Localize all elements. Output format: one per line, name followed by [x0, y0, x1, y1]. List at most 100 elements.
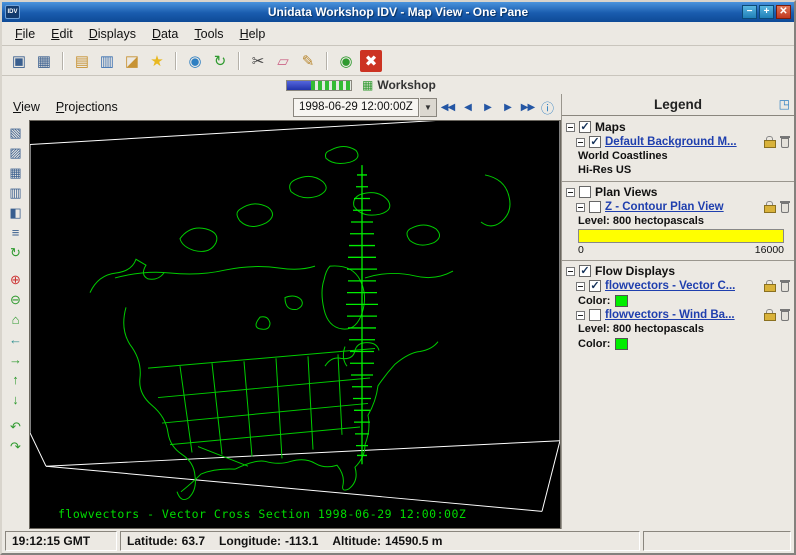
flowvectors-vector-checkbox[interactable]	[589, 280, 601, 292]
collapse-toggle-icon[interactable]	[576, 311, 585, 320]
zoom-out-icon[interactable]: ⊖	[6, 290, 26, 309]
memory-used-segment	[287, 81, 311, 90]
maximize-button[interactable]: +	[759, 5, 774, 19]
stop-icon[interactable]: ✖	[360, 50, 382, 72]
color-swatch[interactable]	[615, 338, 628, 350]
main-area: View Projections 1998-06-29 12:00:00Z ▼ …	[2, 94, 794, 529]
display-link-default-background[interactable]: Default Background M...	[605, 136, 737, 148]
zoom-in-icon[interactable]: ⊕	[6, 270, 26, 289]
lock-icon[interactable]	[764, 280, 775, 292]
collapse-toggle-icon[interactable]	[566, 188, 575, 197]
undock-legend-icon[interactable]: ◳	[779, 97, 790, 111]
lock-icon[interactable]	[764, 201, 775, 213]
collapse-toggle-icon[interactable]	[576, 282, 585, 291]
bottom-view-icon[interactable]: ▥	[6, 183, 26, 202]
menu-edit[interactable]: Edit	[44, 24, 80, 44]
longitude-value: -113.1	[285, 534, 318, 548]
run-icon[interactable]: ◉	[335, 50, 357, 72]
step-back-button[interactable]: ◀	[458, 98, 477, 117]
pan-right-icon[interactable]: →	[6, 350, 26, 369]
top-view-icon[interactable]: ▦	[6, 163, 26, 182]
menu-data[interactable]: Data	[145, 24, 185, 44]
cut-icon[interactable]: ✂	[247, 50, 269, 72]
delete-icon[interactable]	[780, 136, 790, 148]
level-label: Level: 800 hectopascals	[562, 214, 794, 228]
menu-view[interactable]: View	[6, 97, 47, 117]
map-3d-view[interactable]: flowvectors - Vector Cross Section 1998-…	[29, 120, 561, 529]
go-to-end-button[interactable]: ▶▶	[518, 98, 537, 117]
time-display[interactable]: 1998-06-29 12:00:00Z	[293, 98, 419, 117]
menubar: File Edit Displays Data Tools Help	[2, 22, 794, 46]
save-favorite-icon[interactable]: ◪	[121, 50, 143, 72]
pan-up-icon[interactable]: ↑	[6, 370, 26, 389]
show-dashboard-icon[interactable]: ▣	[8, 50, 30, 72]
delete-icon[interactable]	[780, 201, 790, 213]
side-view-icon[interactable]: ▨	[6, 143, 26, 162]
map-view-panel: View Projections 1998-06-29 12:00:00Z ▼ …	[2, 94, 562, 529]
pan-down-icon[interactable]: ↓	[6, 390, 26, 409]
legend-panel: Legend ◳ Maps Default Background M...	[562, 94, 794, 529]
save-bundle-icon[interactable]: ▥	[96, 50, 118, 72]
map-layer-label: Hi-Res US	[562, 163, 794, 177]
toolbar-separator	[326, 52, 328, 70]
menu-file[interactable]: File	[8, 24, 42, 44]
vector-cross-section	[346, 165, 378, 464]
colorbar-min: 0	[578, 244, 584, 256]
close-button[interactable]: ✕	[776, 5, 791, 19]
minimize-button[interactable]: −	[742, 5, 757, 19]
workshop-label: Workshop	[377, 78, 435, 92]
home-icon[interactable]: ⌂	[6, 310, 26, 329]
undo-icon[interactable]: ↶	[6, 417, 26, 436]
maps-visibility-checkbox[interactable]	[579, 121, 591, 133]
redo-icon[interactable]: ↷	[6, 437, 26, 456]
lock-icon[interactable]	[764, 309, 775, 321]
menu-displays[interactable]: Displays	[82, 24, 143, 44]
colorbar-max: 16000	[755, 244, 784, 256]
plan-views-visibility-checkbox[interactable]	[579, 186, 591, 198]
window-title: Unidata Workshop IDV - Map View - One Pa…	[2, 5, 794, 19]
play-button[interactable]: ▶	[478, 98, 497, 117]
pan-left-icon[interactable]: ←	[6, 330, 26, 349]
workshop-icon: ▦	[362, 78, 373, 92]
colorbar[interactable]	[578, 229, 784, 243]
step-forward-button[interactable]: ▶	[498, 98, 517, 117]
memory-tick-segments	[311, 81, 351, 90]
open-bundle-icon[interactable]: ▤	[71, 50, 93, 72]
default-background-checkbox[interactable]	[589, 136, 601, 148]
legend-section-maps: Maps Default Background M... World Coast…	[562, 117, 794, 181]
display-link-contour-plan-view[interactable]: Z - Contour Plan View	[605, 201, 724, 213]
flow-displays-visibility-checkbox[interactable]	[579, 265, 591, 277]
draw-icon[interactable]: ✎	[297, 50, 319, 72]
menu-projections[interactable]: Projections	[49, 97, 125, 117]
delete-icon[interactable]	[780, 309, 790, 321]
animation-properties-button[interactable]: ⓘ	[538, 98, 557, 117]
delete-icon[interactable]	[780, 280, 790, 292]
rotate-icon[interactable]: ↻	[6, 243, 26, 262]
front-view-icon[interactable]: ▧	[6, 123, 26, 142]
favorites-star-icon[interactable]: ★	[146, 50, 168, 72]
contour-plan-view-checkbox[interactable]	[589, 201, 601, 213]
collapse-toggle-icon[interactable]	[566, 267, 575, 276]
collapse-toggle-icon[interactable]	[566, 123, 575, 132]
section-title: Plan Views	[595, 185, 657, 199]
position-readout: Latitude: 63.7 Longitude: -113.1 Altitud…	[120, 531, 640, 551]
lock-icon[interactable]	[764, 136, 775, 148]
collapse-toggle-icon[interactable]	[576, 203, 585, 212]
refresh-icon[interactable]: ↻	[209, 50, 231, 72]
scales-icon[interactable]: ≡	[6, 223, 26, 242]
display-link-flowvectors-windbarb[interactable]: flowvectors - Wind Ba...	[605, 309, 735, 321]
display-link-flowvectors-vector[interactable]: flowvectors - Vector C...	[605, 280, 735, 292]
menu-help[interactable]: Help	[233, 24, 273, 44]
time-dropdown-button[interactable]: ▼	[420, 98, 437, 117]
color-swatch[interactable]	[615, 295, 628, 307]
flowvectors-windbarb-checkbox[interactable]	[589, 309, 601, 321]
new-display-icon[interactable]: ▦	[33, 50, 55, 72]
menu-tools[interactable]: Tools	[187, 24, 230, 44]
toolbar-separator	[238, 52, 240, 70]
collapse-toggle-icon[interactable]	[576, 138, 585, 147]
eraser-icon[interactable]: ▱	[272, 50, 294, 72]
perspective-view-icon[interactable]: ◧	[6, 203, 26, 222]
titlebar[interactable]: IDV Unidata Workshop IDV - Map View - On…	[2, 2, 794, 22]
go-to-start-button[interactable]: ◀◀	[438, 98, 457, 117]
help-icon[interactable]: ◉	[184, 50, 206, 72]
